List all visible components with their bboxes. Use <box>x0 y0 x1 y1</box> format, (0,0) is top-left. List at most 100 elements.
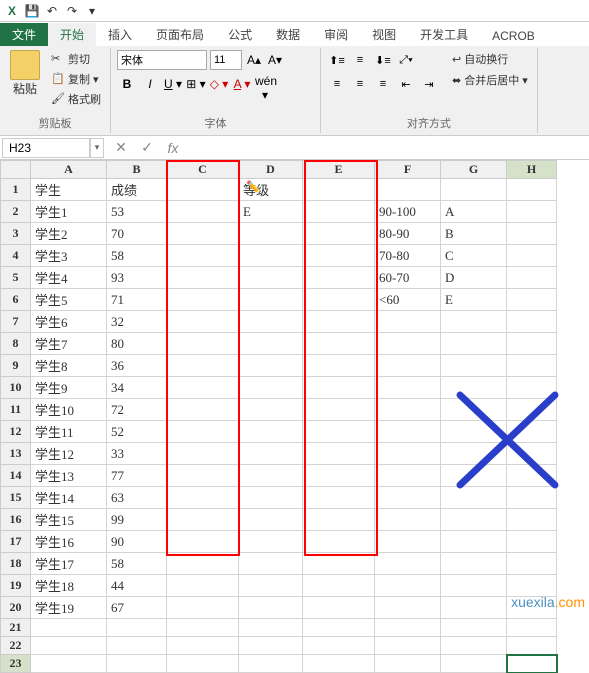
cell-G1[interactable] <box>441 179 507 201</box>
col-head-F[interactable]: F <box>375 161 441 179</box>
align-top-icon[interactable]: ⬆≡ <box>327 50 347 70</box>
cell-A18[interactable]: 学生17 <box>31 553 107 575</box>
cell-B17[interactable]: 90 <box>107 531 167 553</box>
cell-F21[interactable] <box>375 619 441 637</box>
col-head-B[interactable]: B <box>107 161 167 179</box>
cell-G15[interactable] <box>441 487 507 509</box>
fx-icon[interactable]: fx <box>160 138 186 158</box>
cancel-icon[interactable]: ✕ <box>108 138 134 158</box>
cell-F12[interactable] <box>375 421 441 443</box>
cell-E17[interactable] <box>303 531 375 553</box>
cell-B15[interactable]: 63 <box>107 487 167 509</box>
cell-A15[interactable]: 学生14 <box>31 487 107 509</box>
cell-H2[interactable] <box>507 201 557 223</box>
cell-D3[interactable] <box>239 223 303 245</box>
copy-button[interactable]: 📋复制 ▾ <box>48 70 104 88</box>
paste-button[interactable]: 粘贴 <box>6 50 44 108</box>
cell-E9[interactable] <box>303 355 375 377</box>
cell-B8[interactable]: 80 <box>107 333 167 355</box>
cell-G14[interactable] <box>441 465 507 487</box>
formula-bar[interactable] <box>186 146 589 150</box>
cell-H23[interactable] <box>507 655 557 673</box>
cell-C23[interactable] <box>167 655 239 673</box>
cell-B7[interactable]: 32 <box>107 311 167 333</box>
cell-F19[interactable] <box>375 575 441 597</box>
cell-A14[interactable]: 学生13 <box>31 465 107 487</box>
row-head-16[interactable]: 16 <box>1 509 31 531</box>
row-head-15[interactable]: 15 <box>1 487 31 509</box>
cell-D11[interactable] <box>239 399 303 421</box>
cell-H17[interactable] <box>507 531 557 553</box>
cell-E4[interactable] <box>303 245 375 267</box>
cell-F14[interactable] <box>375 465 441 487</box>
tab-开发工具[interactable]: 开发工具 <box>408 23 480 46</box>
cell-A1[interactable]: 学生 <box>31 179 107 201</box>
tab-文件[interactable]: 文件 <box>0 23 48 46</box>
cell-G23[interactable] <box>441 655 507 673</box>
cell-D6[interactable] <box>239 289 303 311</box>
cell-H13[interactable] <box>507 443 557 465</box>
col-head-A[interactable]: A <box>31 161 107 179</box>
cell-H14[interactable] <box>507 465 557 487</box>
cell-B9[interactable]: 36 <box>107 355 167 377</box>
cell-D20[interactable] <box>239 597 303 619</box>
cell-B18[interactable]: 58 <box>107 553 167 575</box>
cell-B11[interactable]: 72 <box>107 399 167 421</box>
cell-C20[interactable] <box>167 597 239 619</box>
cell-A6[interactable]: 学生5 <box>31 289 107 311</box>
cell-C7[interactable] <box>167 311 239 333</box>
cell-A17[interactable]: 学生16 <box>31 531 107 553</box>
cell-B10[interactable]: 34 <box>107 377 167 399</box>
cell-F22[interactable] <box>375 637 441 655</box>
cell-E21[interactable] <box>303 619 375 637</box>
cell-B4[interactable]: 58 <box>107 245 167 267</box>
cell-A12[interactable]: 学生11 <box>31 421 107 443</box>
align-left-icon[interactable]: ≡ <box>327 74 347 94</box>
cell-B2[interactable]: 53 <box>107 201 167 223</box>
border-button[interactable]: ⊞ ▾ <box>186 74 206 94</box>
align-middle-icon[interactable]: ≡ <box>350 50 370 70</box>
cell-E6[interactable] <box>303 289 375 311</box>
underline-button[interactable]: U ▾ <box>163 74 183 94</box>
cell-E14[interactable] <box>303 465 375 487</box>
cell-C6[interactable] <box>167 289 239 311</box>
cell-G13[interactable] <box>441 443 507 465</box>
cell-A3[interactable]: 学生2 <box>31 223 107 245</box>
cell-C15[interactable] <box>167 487 239 509</box>
select-all-corner[interactable] <box>1 161 31 179</box>
cell-D5[interactable] <box>239 267 303 289</box>
cell-B12[interactable]: 52 <box>107 421 167 443</box>
cell-F13[interactable] <box>375 443 441 465</box>
cell-F10[interactable] <box>375 377 441 399</box>
row-head-7[interactable]: 7 <box>1 311 31 333</box>
cell-E10[interactable] <box>303 377 375 399</box>
cell-H4[interactable] <box>507 245 557 267</box>
cell-E19[interactable] <box>303 575 375 597</box>
row-head-3[interactable]: 3 <box>1 223 31 245</box>
cell-D12[interactable] <box>239 421 303 443</box>
cell-E8[interactable] <box>303 333 375 355</box>
cell-B14[interactable]: 77 <box>107 465 167 487</box>
cell-B6[interactable]: 71 <box>107 289 167 311</box>
cell-G3[interactable]: B <box>441 223 507 245</box>
cell-A7[interactable]: 学生6 <box>31 311 107 333</box>
cell-H21[interactable] <box>507 619 557 637</box>
tab-页面布局[interactable]: 页面布局 <box>144 23 216 46</box>
align-bottom-icon[interactable]: ⬇≡ <box>373 50 393 70</box>
cell-B5[interactable]: 93 <box>107 267 167 289</box>
col-head-G[interactable]: G <box>441 161 507 179</box>
row-head-12[interactable]: 12 <box>1 421 31 443</box>
save-icon[interactable]: 💾 <box>24 3 40 19</box>
align-right-icon[interactable]: ≡ <box>373 74 393 94</box>
tab-插入[interactable]: 插入 <box>96 23 144 46</box>
cell-H5[interactable] <box>507 267 557 289</box>
row-head-18[interactable]: 18 <box>1 553 31 575</box>
cell-G18[interactable] <box>441 553 507 575</box>
row-head-13[interactable]: 13 <box>1 443 31 465</box>
cell-H12[interactable] <box>507 421 557 443</box>
col-head-C[interactable]: C <box>167 161 239 179</box>
cell-A9[interactable]: 学生8 <box>31 355 107 377</box>
cell-D22[interactable] <box>239 637 303 655</box>
cell-G17[interactable] <box>441 531 507 553</box>
cell-E15[interactable] <box>303 487 375 509</box>
